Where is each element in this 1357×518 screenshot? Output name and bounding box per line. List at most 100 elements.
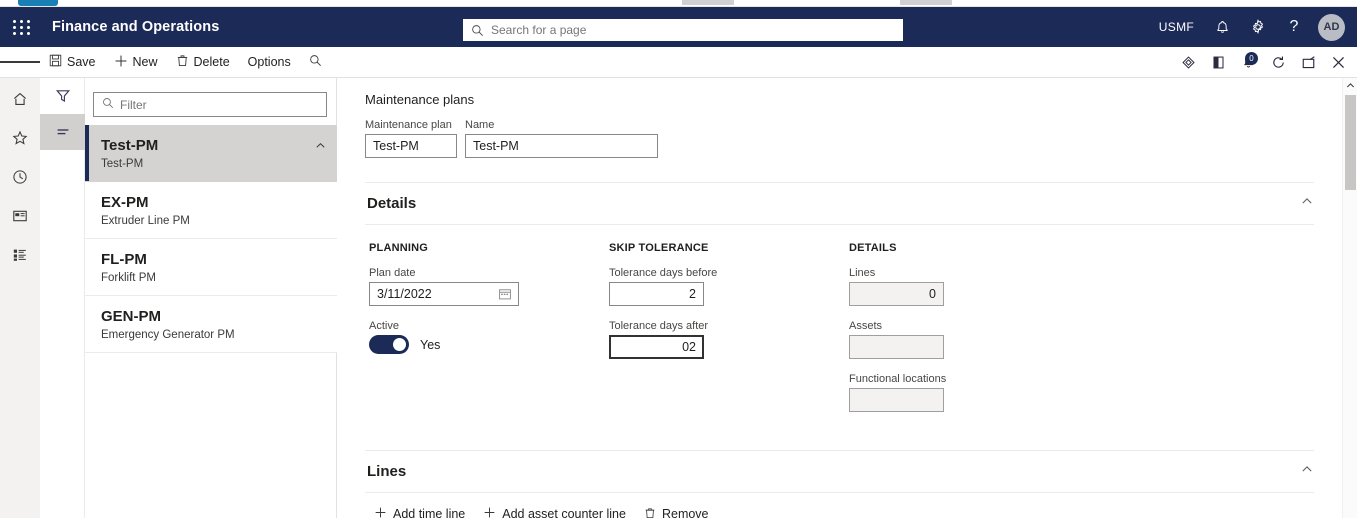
workspaces-icon[interactable] [5,203,35,229]
details-column: DETAILS Lines 0 Assets Functional locati… [849,242,1089,426]
browser-tab[interactable] [18,0,58,6]
remove-line-button[interactable]: Remove [637,504,716,518]
active-toggle[interactable] [369,335,409,354]
notification-badge: 0 [1245,52,1258,65]
active-toggle-row: Yes [369,335,609,354]
vertical-scrollbar[interactable] [1342,78,1357,518]
remove-line-label: Remove [661,507,709,518]
global-search-placeholder: Search for a page [491,23,587,37]
company-selector[interactable]: USMF [1149,7,1204,47]
attachment-icon[interactable] [1203,47,1233,78]
close-icon[interactable] [1323,47,1353,78]
save-button[interactable]: Save [40,47,105,78]
lines-count-input: 0 [849,282,944,306]
tolerance-days-after-field: Tolerance days after 02 [609,320,849,359]
add-asset-counter-line-button[interactable]: Add asset counter line [476,503,633,518]
command-search-button[interactable] [300,47,331,78]
browser-chrome-strip [0,0,1357,7]
list-item[interactable]: EX-PM Extruder Line PM [85,182,337,239]
details-heading: DETAILS [849,242,897,254]
relationship-icon[interactable] [1173,47,1203,78]
lines-count-label: Lines [849,267,876,279]
list-item-subtitle: Test-PM [101,158,144,170]
filter-funnel-icon[interactable] [40,78,85,114]
app-brand-title: Finance and Operations [52,19,220,35]
delete-button[interactable]: Delete [167,47,239,78]
browser-control-b [900,0,952,5]
list-item[interactable]: Test-PM Test-PM [85,125,337,182]
list-item-title: FL-PM [101,251,147,268]
skip-tolerance-heading: SKIP TOLERANCE [609,242,709,254]
name-input[interactable]: Test-PM [465,134,658,158]
options-button[interactable]: Options [239,47,300,78]
active-field: Active Yes [369,320,609,354]
add-time-line-button[interactable]: Add time line [367,503,472,518]
lines-section-header[interactable]: Lines [365,451,1314,493]
trash-icon [644,507,656,518]
command-bar-buttons: Save New Delete Options [40,47,331,78]
plus-icon [114,54,128,71]
plan-list: Test-PM Test-PM EX-PM Extruder Line PM F… [85,125,337,353]
sort-lines-icon[interactable] [40,114,85,150]
bell-icon[interactable] [1204,7,1240,47]
details-section: Details PLANNING Plan date 3/11/2022 Act… [365,182,1314,444]
skip-tolerance-column: SKIP TOLERANCE Tolerance days before 2 T… [609,242,849,426]
chevron-up-icon[interactable] [1300,462,1314,481]
command-bar: Save New Delete Options 0 [0,47,1357,78]
global-search-input[interactable]: Search for a page [463,19,903,41]
browser-control-a [682,0,734,5]
tolerance-days-after-input[interactable]: 02 [609,335,704,359]
maintenance-plan-field: Maintenance plan Test-PM [365,119,457,158]
recent-clock-icon[interactable] [5,164,35,190]
favorites-star-icon[interactable] [5,125,35,151]
filter-input[interactable]: Filter [93,92,327,117]
gear-icon[interactable] [1240,7,1276,47]
filter-bar: Filter [93,92,327,117]
maintenance-plan-input[interactable]: Test-PM [365,134,457,158]
lines-section-title: Lines [367,463,407,480]
modules-list-icon[interactable] [5,242,35,268]
details-columns: PLANNING Plan date 3/11/2022 Active Yes … [365,225,1314,444]
list-item[interactable]: GEN-PM Emergency Generator PM [85,296,337,353]
assets-count-label: Assets [849,320,883,332]
active-toggle-value: Yes [420,337,441,352]
list-item[interactable]: FL-PM Forklift PM [85,239,337,296]
calendar-icon[interactable] [498,287,512,304]
popout-icon[interactable] [1293,47,1323,78]
options-label: Options [247,55,291,69]
list-item-title: Test-PM [101,137,159,154]
active-label: Active [369,320,399,332]
add-asset-counter-line-label: Add asset counter line [502,507,626,518]
chevron-up-icon[interactable] [1300,194,1314,213]
tolerance-days-before-input[interactable]: 2 [609,282,704,306]
scroll-up-arrow-icon[interactable] [1343,78,1357,93]
plan-date-field: Plan date 3/11/2022 [369,267,609,306]
details-section-header[interactable]: Details [365,183,1314,225]
assets-count-field: Assets [849,320,1089,359]
functional-locations-input [849,388,944,412]
tolerance-days-before-field: Tolerance days before 2 [609,267,849,306]
assets-count-input [849,335,944,359]
tolerance-days-before-label: Tolerance days before [609,267,718,279]
notifications-icon[interactable]: 0 [1233,47,1263,78]
chevron-up-icon[interactable] [314,139,327,157]
search-icon [102,96,114,114]
app-launcher-icon[interactable] [0,7,44,47]
maintenance-plan-list-panel: Filter Test-PM Test-PM EX-PM Extruder Li… [40,78,337,518]
home-icon[interactable] [5,86,35,112]
avatar[interactable]: AD [1318,13,1345,41]
scroll-thumb[interactable] [1345,95,1356,190]
filter-placeholder: Filter [120,97,147,112]
toggle-knob [393,338,406,351]
add-time-line-label: Add time line [393,507,466,518]
hamburger-icon[interactable] [0,47,40,78]
help-button[interactable]: ? [1276,7,1312,47]
list-item-subtitle: Forklift PM [101,272,156,284]
delete-label: Delete [193,55,230,69]
refresh-icon[interactable] [1263,47,1293,78]
list-item-subtitle: Emergency Generator PM [101,329,235,341]
page-title: Maintenance plans [365,92,475,107]
new-button[interactable]: New [105,47,167,78]
list-tools-column [40,78,85,518]
plan-date-input[interactable]: 3/11/2022 [369,282,519,306]
